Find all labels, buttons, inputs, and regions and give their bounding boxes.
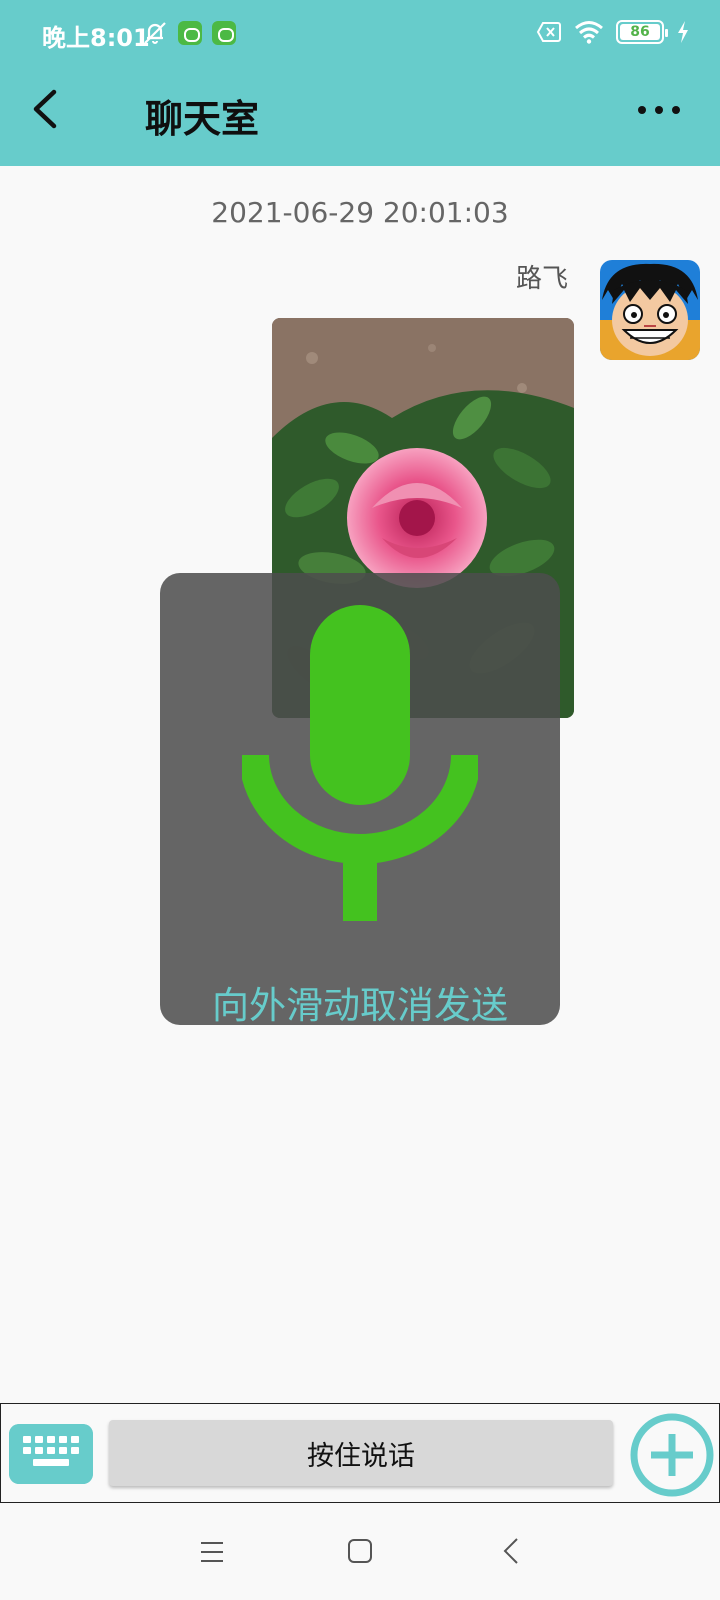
home-icon[interactable]: [348, 1539, 372, 1563]
menu-icon[interactable]: [200, 1541, 224, 1563]
voice-record-overlay: 向外滑动取消发送: [160, 573, 560, 1027]
battery-icon: 86: [616, 20, 668, 44]
input-bar: 按住说话: [0, 1403, 720, 1503]
sender-name: 路飞: [515, 264, 568, 294]
status-icons-right: 86: [536, 20, 690, 44]
cancel-hint-text: 向外滑动取消发送: [212, 984, 508, 1027]
system-nav-bar: [0, 1503, 720, 1600]
nav-back-icon[interactable]: [502, 1537, 520, 1565]
wifi-icon: [575, 21, 603, 44]
add-attachment-button[interactable]: [629, 1412, 715, 1498]
more-options-button[interactable]: [638, 96, 690, 124]
keyboard-toggle-button[interactable]: [9, 1424, 93, 1484]
back-button[interactable]: [26, 86, 70, 132]
top-bar: 晚上8:01 86 聊天室: [0, 0, 720, 166]
avatar[interactable]: [600, 260, 700, 360]
plus-icon: [651, 1434, 693, 1476]
charging-bolt-icon: [678, 21, 688, 43]
more-dots-icon: [638, 106, 646, 114]
bell-off-icon: [144, 22, 166, 44]
app-badge-icon: [178, 21, 202, 45]
app-badge-icon: [212, 21, 236, 45]
status-time: 晚上8:01: [42, 24, 150, 52]
microphone-icon: [242, 605, 478, 921]
hold-to-talk-button[interactable]: 按住说话: [109, 1420, 613, 1486]
battery-level: 86: [620, 24, 660, 40]
sim-off-icon: [536, 22, 561, 42]
page-title: 聊天室: [145, 97, 260, 141]
message-timestamp: 2021-06-29 20:01:03: [211, 196, 509, 229]
chevron-left-icon: [33, 89, 57, 129]
status-icons-left: [142, 20, 236, 46]
